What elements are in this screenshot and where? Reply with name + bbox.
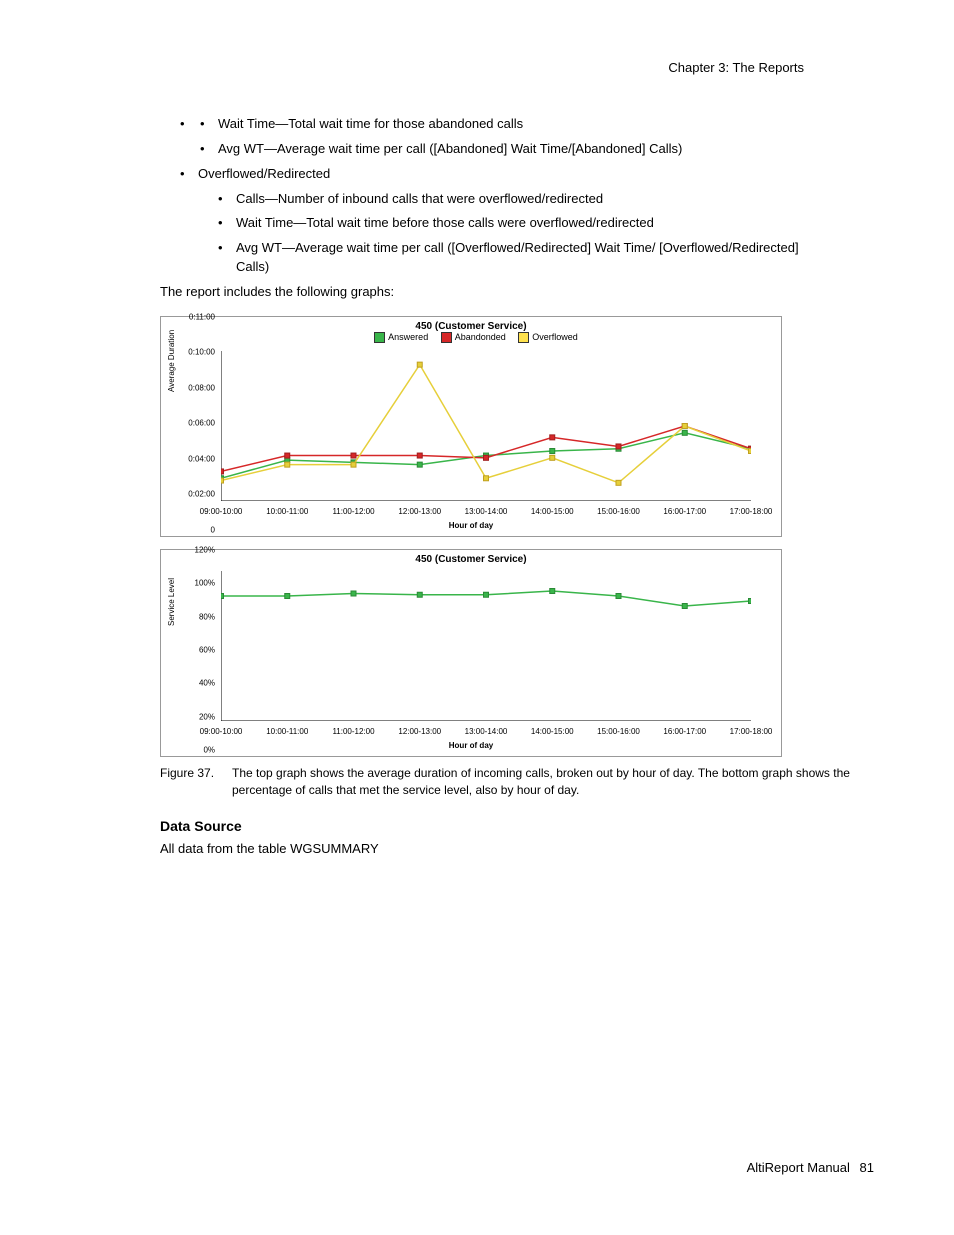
bullet-overflowed-label: Overflowed/Redirected: [198, 166, 330, 181]
chart-2-svg: [221, 571, 751, 721]
chart-2-title: 450 (Customer Service): [161, 550, 781, 565]
chart-1-yticks: 00:02:000:04:000:06:000:08:000:10:000:11…: [179, 317, 217, 530]
chart-1-xlabel: Hour of day: [161, 521, 781, 530]
bullet-wait-time: Wait Time—Total wait time for those aban…: [200, 115, 804, 134]
chart-1-xticks: 09:00-10:0010:00-11:0011:00-12:0012:00-1…: [221, 507, 751, 519]
chart-2-xticks: 09:00-10:0010:00-11:0011:00-12:0012:00-1…: [221, 727, 751, 739]
outer-list: Wait Time—Total wait time for those aban…: [160, 115, 804, 277]
inner-list-1: Wait Time—Total wait time for those aban…: [180, 115, 804, 159]
chapter-header: Chapter 3: The Reports: [80, 60, 874, 75]
body-column: Wait Time—Total wait time for those aban…: [160, 115, 804, 277]
bullet-of-wait: Wait Time—Total wait time before those c…: [218, 214, 804, 233]
data-source-heading: Data Source: [160, 818, 874, 834]
charts-container: 450 (Customer Service) Answered Abandond…: [160, 316, 874, 859]
list-group-1: Wait Time—Total wait time for those aban…: [180, 115, 804, 159]
page-footer: AltiReport Manual 81: [747, 1160, 874, 1175]
chart-2-plot: [221, 571, 751, 721]
legend-label-abandoned: Abandonded: [455, 332, 506, 342]
intro-text: The report includes the following graphs…: [160, 283, 874, 302]
figure-caption: Figure 37. The top graph shows the avera…: [160, 765, 874, 800]
chart-1-ylabel: Average Duration: [167, 330, 176, 392]
bullet-of-calls: Calls—Number of inbound calls that were …: [218, 190, 804, 209]
footer-page-number: 81: [860, 1160, 874, 1175]
data-source-text: All data from the table WGSUMMARY: [160, 840, 874, 859]
chart-1-inner: 450 (Customer Service) Answered Abandond…: [161, 317, 781, 530]
chart-2-ylabel: Service Level: [167, 578, 176, 626]
bullet-of-avg: Avg WT—Average wait time per call ([Over…: [218, 239, 804, 277]
chart-1-plot: [221, 351, 751, 501]
bullet-overflowed: Overflowed/Redirected Calls—Number of in…: [180, 165, 804, 277]
chart-1-legend: Answered Abandonded Overflowed: [161, 332, 781, 345]
chart-2: 450 (Customer Service) Service Level 0%2…: [160, 549, 782, 757]
legend-label-answered: Answered: [388, 332, 428, 342]
chart-2-yticks: 0%20%40%60%80%100%120%: [179, 550, 217, 750]
inner-list-2: Calls—Number of inbound calls that were …: [198, 190, 804, 277]
legend-swatch-abandoned: [441, 332, 452, 343]
chart-2-inner: 450 (Customer Service) Service Level 0%2…: [161, 550, 781, 750]
legend-swatch-answered: [374, 332, 385, 343]
chart-1: 450 (Customer Service) Answered Abandond…: [160, 316, 782, 537]
chart-1-svg: [221, 351, 751, 501]
chart-1-title: 450 (Customer Service): [161, 317, 781, 332]
figure-number: Figure 37.: [160, 765, 232, 800]
legend-swatch-overflow: [518, 332, 529, 343]
bullet-avg-wt: Avg WT—Average wait time per call ([Aban…: [200, 140, 804, 159]
legend-label-overflow: Overflowed: [532, 332, 578, 342]
figure-caption-text: The top graph shows the average duration…: [232, 765, 874, 800]
footer-manual: AltiReport Manual: [747, 1160, 850, 1175]
chart-2-xlabel: Hour of day: [161, 741, 781, 750]
